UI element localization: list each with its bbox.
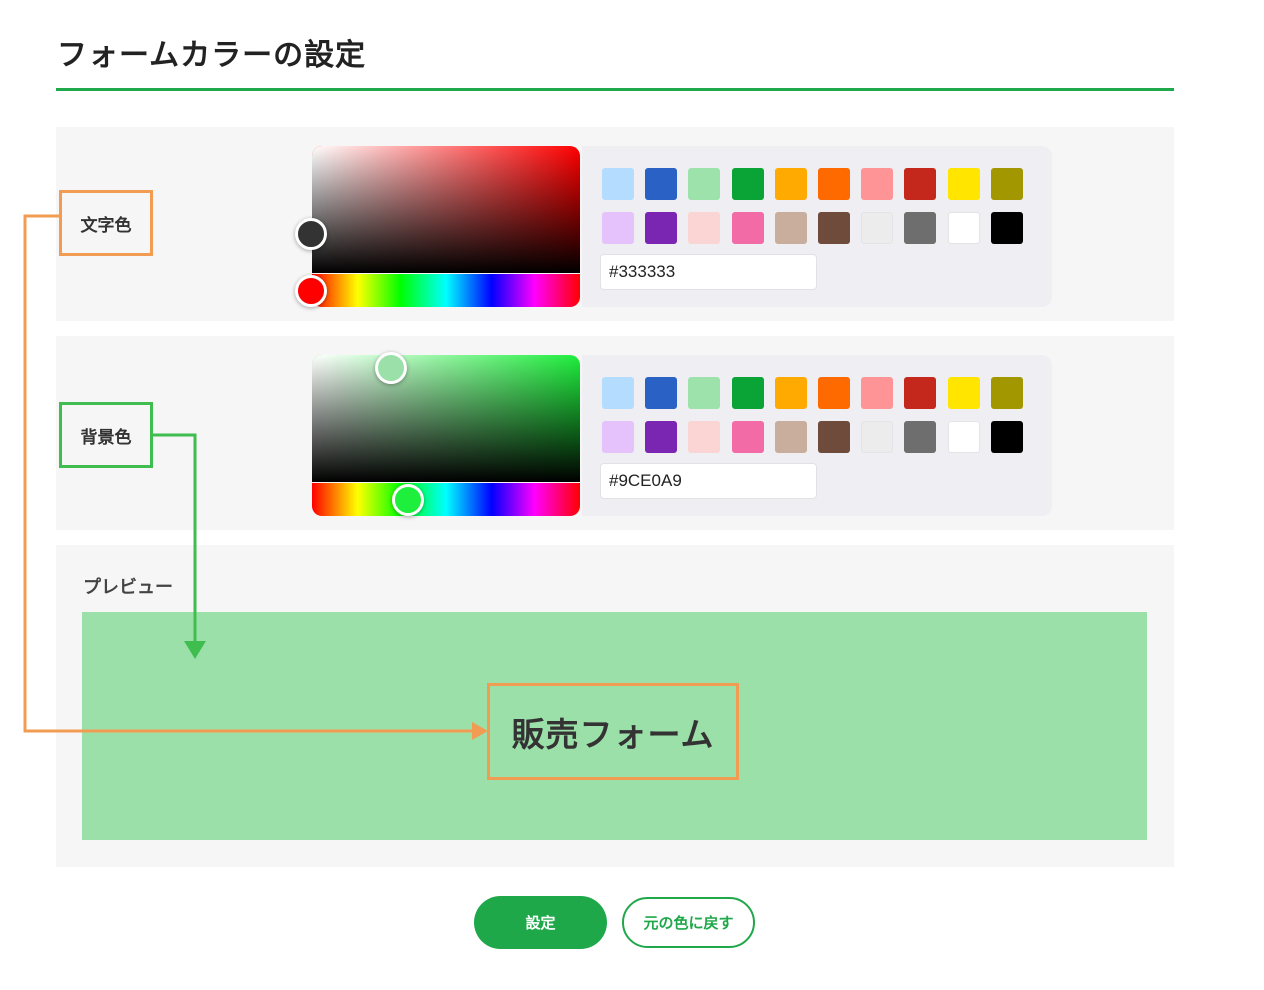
preview-label: プレビュー xyxy=(83,577,173,598)
background-color-swatch[interactable] xyxy=(774,377,807,409)
set-button[interactable]: 設定 xyxy=(474,896,607,949)
title-divider xyxy=(56,88,1174,91)
background-color-swatch[interactable] xyxy=(817,421,850,453)
text-color-swatch[interactable] xyxy=(861,168,894,200)
background-color-swatch[interactable] xyxy=(688,377,721,409)
text-color-swatch[interactable] xyxy=(817,212,850,244)
text-color-swatch[interactable] xyxy=(861,212,894,244)
background-color-hex-input[interactable] xyxy=(600,463,817,499)
text-color-swatch[interactable] xyxy=(645,212,678,244)
text-color-hex-input[interactable] xyxy=(600,254,817,290)
background-color-swatch[interactable] xyxy=(904,377,937,409)
page-title: フォームカラーの設定 xyxy=(57,38,367,73)
text-color-saturation-area[interactable] xyxy=(312,146,580,273)
text-color-hue-slider[interactable] xyxy=(312,274,580,307)
text-color-label-text: 文字色 xyxy=(80,215,132,236)
text-color-swatch[interactable] xyxy=(602,212,634,244)
background-color-swatch[interactable] xyxy=(947,377,980,409)
preview-title-highlight: 販売フォーム xyxy=(487,683,739,780)
text-color-swatch[interactable] xyxy=(990,168,1023,200)
text-color-hue-handle[interactable] xyxy=(295,275,327,307)
text-color-swatch[interactable] xyxy=(645,168,678,200)
background-color-swatch[interactable] xyxy=(645,377,678,409)
text-color-swatch[interactable] xyxy=(731,168,764,200)
preview-form-title: 販売フォーム xyxy=(511,714,715,754)
text-color-saturation-handle[interactable] xyxy=(295,218,327,250)
background-color-saturation-handle[interactable] xyxy=(375,352,407,384)
background-color-swatch[interactable] xyxy=(904,421,937,453)
background-color-saturation-area[interactable] xyxy=(312,355,580,482)
text-color-label: 文字色 xyxy=(59,190,153,256)
background-color-hue-handle[interactable] xyxy=(392,484,424,516)
text-color-swatch[interactable] xyxy=(904,168,937,200)
background-color-label: 背景色 xyxy=(59,402,153,468)
background-color-swatch[interactable] xyxy=(990,377,1023,409)
text-color-swatch[interactable] xyxy=(688,168,721,200)
background-color-swatch[interactable] xyxy=(731,421,764,453)
background-color-swatch[interactable] xyxy=(688,421,721,453)
background-color-swatch[interactable] xyxy=(861,421,894,453)
text-color-swatch[interactable] xyxy=(774,212,807,244)
background-color-swatch[interactable] xyxy=(774,421,807,453)
background-color-swatch[interactable] xyxy=(731,377,764,409)
text-color-swatch[interactable] xyxy=(904,212,937,244)
background-color-swatch[interactable] xyxy=(861,377,894,409)
text-color-swatch[interactable] xyxy=(947,168,980,200)
text-color-swatch-panel xyxy=(582,146,1052,307)
text-color-swatch[interactable] xyxy=(947,212,980,244)
text-color-swatch[interactable] xyxy=(688,212,721,244)
text-color-swatch[interactable] xyxy=(774,168,807,200)
background-color-swatch[interactable] xyxy=(602,421,634,453)
background-color-swatch[interactable] xyxy=(602,377,634,409)
text-color-swatch[interactable] xyxy=(990,212,1023,244)
background-color-swatch-grid xyxy=(602,377,1023,453)
background-color-swatch[interactable] xyxy=(947,421,980,453)
text-color-swatch[interactable] xyxy=(817,168,850,200)
text-color-swatch-grid xyxy=(602,168,1023,244)
background-color-swatch[interactable] xyxy=(990,421,1023,453)
background-color-swatch[interactable] xyxy=(817,377,850,409)
reset-color-button[interactable]: 元の色に戻す xyxy=(622,897,755,948)
background-color-hue-slider[interactable] xyxy=(312,483,580,516)
text-color-swatch[interactable] xyxy=(602,168,634,200)
background-color-swatch-panel xyxy=(582,355,1052,516)
background-color-swatch[interactable] xyxy=(645,421,678,453)
text-color-swatch[interactable] xyxy=(731,212,764,244)
background-color-label-text: 背景色 xyxy=(80,427,132,448)
